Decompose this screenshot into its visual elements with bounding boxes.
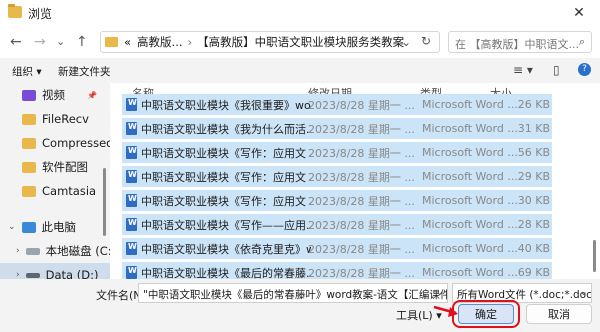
file-open-dialog: 浏览 ✕ ← → ⌄ ↑ « 高教版... › 【高教版】中职语文职业模块服务类… [0,0,600,332]
highlight-ring [452,300,520,328]
cancel-button[interactable]: 取消 [526,304,592,324]
red-arrow-annotation [433,305,458,317]
